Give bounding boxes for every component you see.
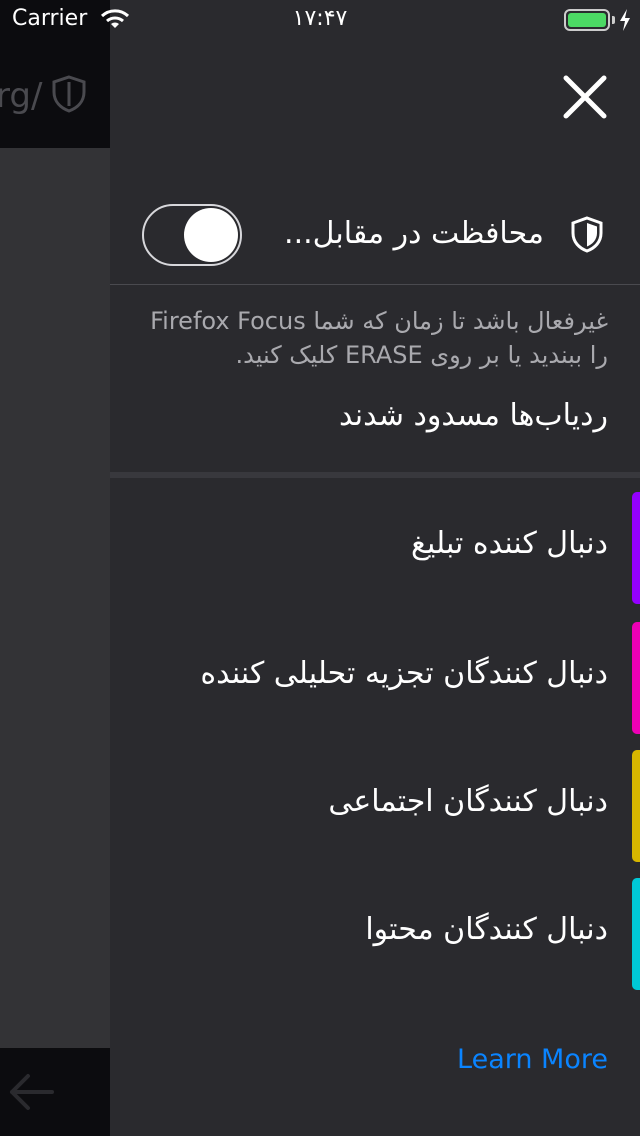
- section-divider: [110, 472, 640, 478]
- clock: ۱۷:۴۷: [292, 6, 348, 31]
- divider: [110, 284, 640, 285]
- tracker-label: دنبال کنندگان محتوا: [365, 912, 608, 947]
- tracker-label: دنبال کنندگان اجتماعی: [328, 784, 608, 819]
- charging-bolt-icon: [618, 8, 632, 36]
- battery-icon: [564, 9, 610, 31]
- url-text: rg/: [0, 76, 43, 116]
- tracker-row-social: دنبال کنندگان اجتماعی: [110, 750, 640, 862]
- shield-icon: [570, 216, 604, 258]
- tracker-row-content: دنبال کنندگان محتوا: [110, 878, 640, 990]
- browser-background: [0, 0, 110, 1136]
- protection-row: محافظت در مقابل...: [110, 192, 640, 284]
- protection-description: غیرفعال باشد تا زمان که شما Firefox Focu…: [150, 307, 608, 369]
- back-arrow-icon[interactable]: [6, 1072, 56, 1116]
- tracker-row-analytics: دنبال کنندگان تجزیه تحلیلی کننده: [110, 622, 640, 734]
- tracker-color-bar: [632, 622, 640, 734]
- tracking-protection-panel: محافظت در مقابل... غیرفعال باشد تا زمان …: [110, 0, 640, 1136]
- tracker-label: دنبال کننده تبلیغ: [411, 526, 608, 561]
- tracker-color-bar: [632, 878, 640, 990]
- protection-toggle[interactable]: [142, 204, 242, 266]
- trackers-blocked-label: ردیاب‌ها مسدود شدند: [338, 398, 608, 433]
- learn-more-link[interactable]: Learn More: [457, 1044, 608, 1075]
- toggle-knob: [184, 208, 238, 262]
- battery-cap: [612, 16, 615, 24]
- status-bar: Carrier ۱۷:۴۷: [0, 0, 640, 40]
- protection-label: محافظت در مقابل...: [284, 216, 544, 251]
- close-icon[interactable]: [562, 74, 608, 120]
- tracker-label: دنبال کنندگان تجزیه تحلیلی کننده: [200, 656, 608, 691]
- tracker-color-bar: [632, 750, 640, 862]
- tracker-row-ad: دنبال کننده تبلیغ: [110, 492, 640, 604]
- tracking-shield-icon[interactable]: [50, 74, 88, 118]
- tracker-color-bar: [632, 492, 640, 604]
